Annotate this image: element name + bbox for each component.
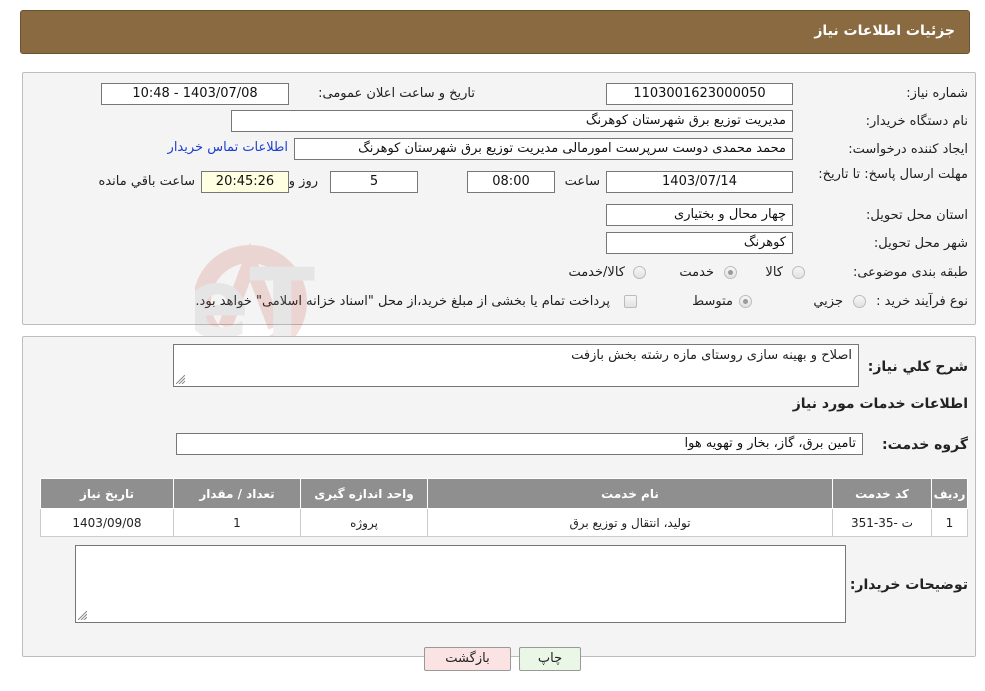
deadline-label: مهلت ارسال پاسخ: تا تاریخ:	[818, 167, 968, 182]
purchase-type-radio-minor[interactable]	[853, 295, 866, 308]
cell-need-date: 1403/09/08	[40, 508, 174, 537]
remaining-days-field: 5	[330, 171, 418, 193]
summary-textarea[interactable]: اصلاح و بهینه سازی روستای مازه رشته بخش …	[173, 344, 859, 387]
buyer-notes-label: توضیحات خریدار:	[849, 577, 968, 593]
cell-quantity: 1	[173, 508, 301, 537]
table-row: 1 ت -35-351 تولید، انتقال و توزیع برق پر…	[40, 508, 968, 537]
category-radio-service[interactable]	[724, 266, 737, 279]
col-quantity: تعداد / مقدار	[173, 478, 301, 509]
purchase-type-option-medium: متوسط	[692, 294, 733, 309]
need-number-label: شماره نیاز:	[906, 86, 968, 101]
resize-grip-icon[interactable]	[176, 375, 185, 384]
col-service-code: کد خدمت	[832, 478, 932, 509]
back-button[interactable]: بازگشت	[424, 647, 511, 671]
service-group-label: گروه خدمت:	[882, 437, 968, 453]
province-field: چهار محال و بختیاری	[606, 204, 793, 226]
print-button[interactable]: چاپ	[519, 647, 581, 671]
announce-datetime-label: تاریخ و ساعت اعلان عمومی:	[318, 86, 475, 101]
cell-service-name: تولید، انتقال و توزیع برق	[427, 508, 833, 537]
col-unit: واحد اندازه گیری	[300, 478, 428, 509]
requester-field: محمد محمدی دوست سرپرست امورمالی مدیریت ت…	[294, 138, 793, 160]
deadline-time-field: 08:00	[467, 171, 555, 193]
category-option-service: خدمت	[679, 265, 714, 280]
summary-label: شرح کلي نياز:	[867, 359, 968, 375]
page-header: جزئیات اطلاعات نیاز	[20, 10, 970, 54]
category-label: طبقه بندی موضوعی:	[852, 265, 968, 280]
remaining-time-field: 20:45:26	[201, 171, 289, 193]
purchase-type-label: نوع فرآیند خرید :	[876, 294, 968, 309]
cell-row-number: 1	[931, 508, 968, 537]
treasury-note: پرداخت تمام یا بخشی از مبلغ خرید،از محل …	[195, 294, 610, 309]
city-label: شهر محل تحویل:	[873, 236, 968, 251]
purchase-type-radio-medium[interactable]	[739, 295, 752, 308]
category-option-goods-service: کالا/خدمت	[568, 265, 625, 280]
category-radio-goods-service[interactable]	[633, 266, 646, 279]
need-number-field: 1103001623000050	[606, 83, 793, 105]
buyer-contact-link[interactable]: اطلاعات تماس خریدار	[168, 140, 288, 155]
table-header-row: ردیف کد خدمت نام خدمت واحد اندازه گیری ت…	[40, 478, 968, 509]
deadline-time-label: ساعت	[564, 174, 600, 189]
resize-grip-icon[interactable]	[78, 611, 87, 620]
col-need-date: تاریخ نیاز	[40, 478, 174, 509]
services-section-title: اطلاعات خدمات مورد نياز	[792, 396, 968, 412]
announce-datetime-field: 1403/07/08 - 10:48	[101, 83, 289, 105]
province-label: استان محل تحویل:	[866, 208, 968, 223]
services-table: ردیف کد خدمت نام خدمت واحد اندازه گیری ت…	[40, 478, 968, 537]
deadline-date-field: 1403/07/14	[606, 171, 793, 193]
remaining-days-label: روز و	[288, 174, 318, 189]
remaining-time-label: ساعت باقي مانده	[98, 174, 195, 189]
buyer-org-field: مدیریت توزیع برق شهرستان کوهرنگ	[231, 110, 793, 132]
treasury-checkbox[interactable]	[624, 295, 637, 308]
requester-label: ایجاد کننده درخواست:	[848, 142, 968, 157]
page-title: جزئیات اطلاعات نیاز	[814, 23, 955, 39]
buyer-org-label: نام دستگاه خریدار:	[865, 114, 968, 129]
purchase-type-option-minor: جزیي	[813, 294, 843, 309]
service-group-field: تامین برق، گاز، بخار و تهویه هوا	[176, 433, 863, 455]
col-service-name: نام خدمت	[427, 478, 833, 509]
city-field: کوهرنگ	[606, 232, 793, 254]
category-radio-goods[interactable]	[792, 266, 805, 279]
category-option-goods: کالا	[765, 265, 783, 280]
buyer-notes-textarea[interactable]	[75, 545, 846, 623]
cell-service-code: ت -35-351	[832, 508, 932, 537]
col-row-number: ردیف	[931, 478, 968, 509]
summary-text: اصلاح و بهینه سازی روستای مازه رشته بخش …	[571, 348, 852, 363]
cell-unit: پروژه	[300, 508, 428, 537]
